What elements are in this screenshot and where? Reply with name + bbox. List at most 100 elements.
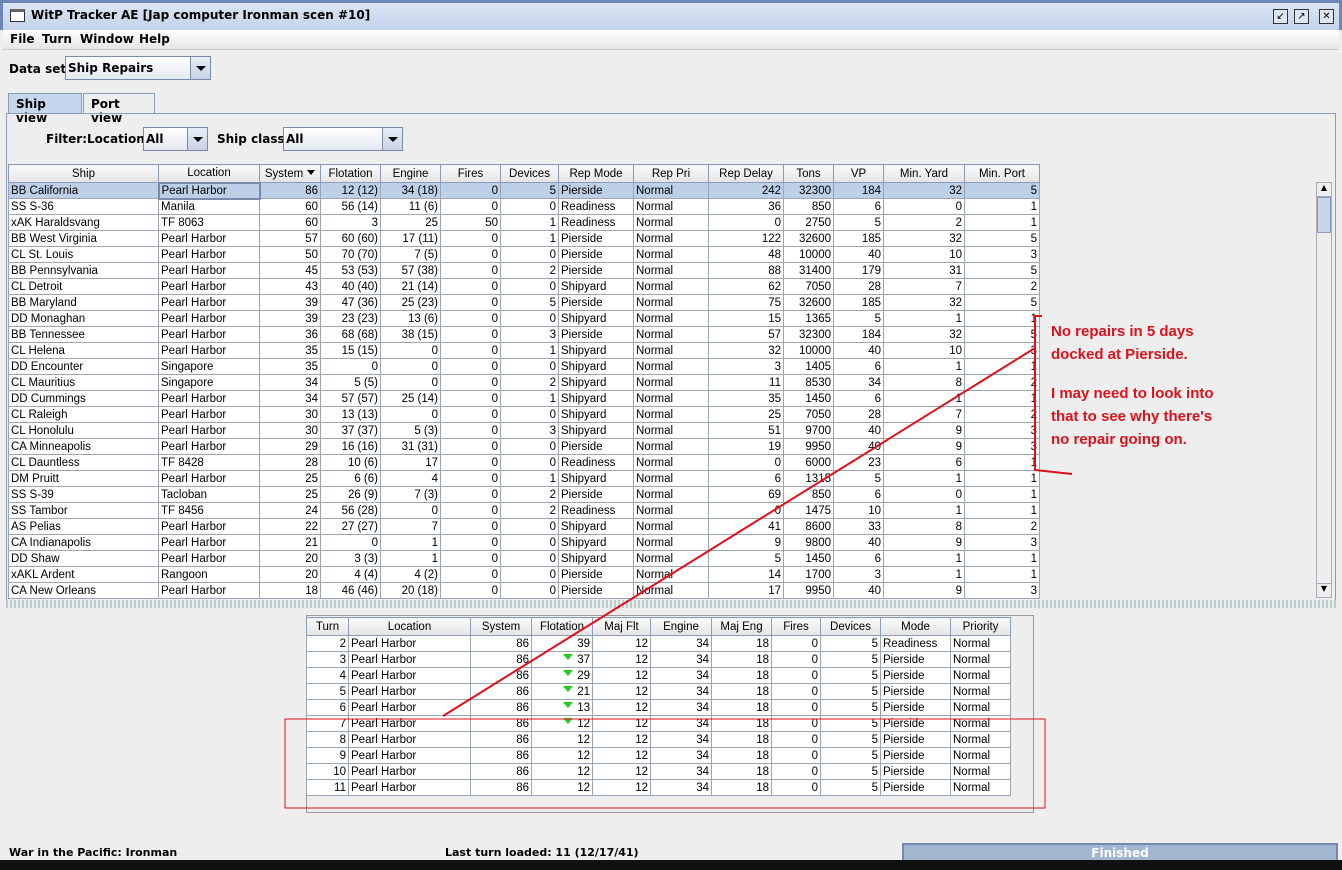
- table-row[interactable]: SS S-39 Tacloban 25 26 (9) 7 (3) 0 2 Pierside No…: [8, 486, 1040, 503]
- ship-class-filter-select[interactable]: All: [283, 127, 403, 151]
- table-row[interactable]: DD Cummings Pearl Harbor 34 57 (57) 25 (14) 0…: [8, 390, 1040, 407]
- table-cell: Pierside: [880, 779, 951, 796]
- table-row[interactable]: 3 Pearl Harbor 86 37 12 34 18 0 5 Pierside Normal: [306, 651, 1011, 668]
- column-header[interactable]: System: [470, 617, 532, 636]
- column-header[interactable]: VP: [833, 164, 884, 183]
- table-row[interactable]: 5 Pearl Harbor 86 21 12 34 18 0 5 Pierside Normal: [306, 683, 1011, 700]
- table-row[interactable]: BB Maryland Pearl Harbor 39 47 (36) 25 (23) 0…: [8, 294, 1040, 311]
- chevron-down-icon[interactable]: [187, 128, 207, 150]
- column-header[interactable]: Mode: [880, 617, 951, 636]
- table-row[interactable]: 11 Pearl Harbor 86 12 12 34 18 0 5 Pierside Normal: [306, 779, 1011, 796]
- tab-port-view[interactable]: Port view: [83, 93, 155, 125]
- column-header[interactable]: Fires: [771, 617, 821, 636]
- table-row[interactable]: xAKL Ardent Rangoon 20 4 (4) 4 (2) 0 0 Pierside…: [8, 566, 1040, 583]
- close-icon[interactable]: ✕: [1319, 9, 1334, 24]
- table-cell: 0: [708, 454, 784, 471]
- table-row[interactable]: SS Tambor TF 8456 24 56 (28) 0 0 2 Readiness Nor…: [8, 502, 1040, 519]
- table-row[interactable]: CA New Orleans Pearl Harbor 18 46 (46) 20 (1…: [8, 582, 1040, 599]
- chevron-down-icon[interactable]: [190, 57, 210, 79]
- column-header[interactable]: System: [259, 164, 321, 183]
- table-row[interactable]: 2 Pearl Harbor 86 39 12 34 18 0 5 Readiness Normal: [306, 635, 1011, 652]
- column-header[interactable]: Min. Yard: [883, 164, 965, 183]
- scroll-up-icon[interactable]: ▲: [1317, 183, 1331, 197]
- table-row[interactable]: 4 Pearl Harbor 86 29 12 34 18 0 5 Pierside Normal: [306, 667, 1011, 684]
- table-cell: 12: [592, 731, 651, 748]
- table-row[interactable]: CA Indianapolis Pearl Harbor 21 0 1 0 0 Shipyar…: [8, 534, 1040, 551]
- table-row[interactable]: BB California Pearl Harbor 86 12 (12) 34 (18…: [8, 181, 1040, 200]
- table-row[interactable]: 10 Pearl Harbor 86 12 12 34 18 0 5 Pierside Normal: [306, 763, 1011, 780]
- ship-table-scrollbar[interactable]: ▲ ▼: [1316, 182, 1332, 598]
- table-row[interactable]: DD Encounter Singapore 35 0 0 0 0 Shipyard Norma…: [8, 358, 1040, 375]
- table-row[interactable]: CL Helena Pearl Harbor 35 15 (15) 0 0 1 Shipyar…: [8, 342, 1040, 359]
- table-row[interactable]: CL St. Louis Pearl Harbor 50 70 (70) 7 (5) 0 0…: [8, 246, 1040, 263]
- table-row[interactable]: CA Minneapolis Pearl Harbor 29 16 (16) 31 (3…: [8, 438, 1040, 455]
- column-header[interactable]: Turn: [306, 617, 349, 636]
- column-header[interactable]: Rep Mode: [558, 164, 634, 183]
- table-row[interactable]: DD Shaw Pearl Harbor 20 3 (3) 1 0 0 Shipyard Nor…: [8, 550, 1040, 567]
- column-header[interactable]: Maj Flt: [592, 617, 651, 636]
- table-cell: 50: [440, 214, 501, 231]
- table-cell: Normal: [633, 326, 709, 343]
- menu-help[interactable]: Help: [139, 32, 170, 46]
- column-header[interactable]: Location: [348, 617, 471, 636]
- table-row[interactable]: CL Detroit Pearl Harbor 43 40 (40) 21 (14) 0 0…: [8, 278, 1040, 295]
- cell-value: 34: [696, 701, 709, 714]
- table-row[interactable]: 6 Pearl Harbor 86 13 12 34 18 0 5 Pierside Normal: [306, 699, 1011, 716]
- location-filter-select[interactable]: All: [143, 127, 208, 151]
- table-cell: Normal: [633, 438, 709, 455]
- menu-file[interactable]: File: [10, 32, 35, 46]
- table-row[interactable]: 8 Pearl Harbor 86 12 12 34 18 0 5 Pierside Normal: [306, 731, 1011, 748]
- column-header[interactable]: Tons: [783, 164, 834, 183]
- tab-ship-view[interactable]: Ship view: [8, 93, 82, 125]
- table-row[interactable]: CL Honolulu Pearl Harbor 30 37 (37) 5 (3) 0 3 S…: [8, 422, 1040, 439]
- column-header[interactable]: Ship: [8, 164, 159, 183]
- table-cell: Manila: [158, 198, 260, 215]
- table-row[interactable]: xAK Haraldsvang TF 8063 60 3 25 50 1 Readiness N…: [8, 214, 1040, 231]
- table-cell: 10: [306, 763, 349, 780]
- table-row[interactable]: 9 Pearl Harbor 86 12 12 34 18 0 5 Pierside Normal: [306, 747, 1011, 764]
- scroll-down-icon[interactable]: ▼: [1317, 583, 1331, 597]
- column-header[interactable]: Devices: [820, 617, 881, 636]
- column-header[interactable]: Priority: [950, 617, 1011, 636]
- table-row[interactable]: BB Pennsylvania Pearl Harbor 45 53 (53) 57 (…: [8, 262, 1040, 279]
- table-cell: 9950: [783, 582, 834, 599]
- table-row[interactable]: DD Monaghan Pearl Harbor 39 23 (23) 13 (6) 0 0…: [8, 310, 1040, 327]
- table-cell: 12: [592, 763, 651, 780]
- scroll-thumb[interactable]: [1317, 197, 1331, 233]
- minimize-icon[interactable]: ↙: [1273, 9, 1288, 24]
- column-header[interactable]: Min. Port: [964, 164, 1040, 183]
- maximize-icon[interactable]: ↗: [1294, 9, 1309, 24]
- table-row[interactable]: SS S-36 Manila 60 56 (14) 11 (6) 0 0 Readiness N…: [8, 198, 1040, 215]
- table-cell: 5: [833, 470, 884, 487]
- table-row[interactable]: BB Tennessee Pearl Harbor 36 68 (68) 38 (15)…: [8, 326, 1040, 343]
- cell-value: Pierside: [883, 669, 925, 682]
- column-header[interactable]: Flotation: [531, 617, 593, 636]
- column-header[interactable]: Devices: [500, 164, 559, 183]
- column-header[interactable]: Engine: [380, 164, 441, 183]
- column-header[interactable]: Location: [158, 164, 260, 183]
- split-pane-divider[interactable]: [6, 600, 1336, 608]
- table-row[interactable]: BB West Virginia Pearl Harbor 57 60 (60) 17 …: [8, 230, 1040, 247]
- table-cell: Pierside: [880, 731, 951, 748]
- column-header[interactable]: Rep Delay: [708, 164, 784, 183]
- table-row[interactable]: CL Dauntless TF 8428 28 10 (6) 17 0 0 Readiness…: [8, 454, 1040, 471]
- table-row[interactable]: CL Raleigh Pearl Harbor 30 13 (13) 0 0 0 Shipya…: [8, 406, 1040, 423]
- menu-turn[interactable]: Turn: [42, 32, 72, 46]
- table-row[interactable]: AS Pelias Pearl Harbor 22 27 (27) 7 0 0 Shipyar…: [8, 518, 1040, 535]
- table-row[interactable]: DM Pruitt Pearl Harbor 25 6 (6) 4 0 1 Shipyard N…: [8, 470, 1040, 487]
- column-header[interactable]: Fires: [440, 164, 501, 183]
- table-cell: CA Minneapolis: [8, 438, 159, 455]
- table-cell: 50: [259, 246, 321, 263]
- table-row[interactable]: 7 Pearl Harbor 86 12 12 34 18 0 5 Pierside Normal: [306, 715, 1011, 732]
- table-cell: 32600: [783, 230, 834, 247]
- dataset-select[interactable]: Ship Repairs: [65, 56, 211, 80]
- column-header[interactable]: Rep Pri: [633, 164, 709, 183]
- column-header[interactable]: Maj Eng: [711, 617, 772, 636]
- table-row[interactable]: CL Mauritius Singapore 34 5 (5) 0 0 2 Shipyard N…: [8, 374, 1040, 391]
- chevron-down-icon[interactable]: [382, 128, 402, 150]
- cell-value: 86: [516, 653, 529, 666]
- menu-window[interactable]: Window: [80, 32, 134, 46]
- column-header[interactable]: Flotation: [320, 164, 381, 183]
- column-header[interactable]: Engine: [650, 617, 712, 636]
- table-cell: 5: [306, 683, 349, 700]
